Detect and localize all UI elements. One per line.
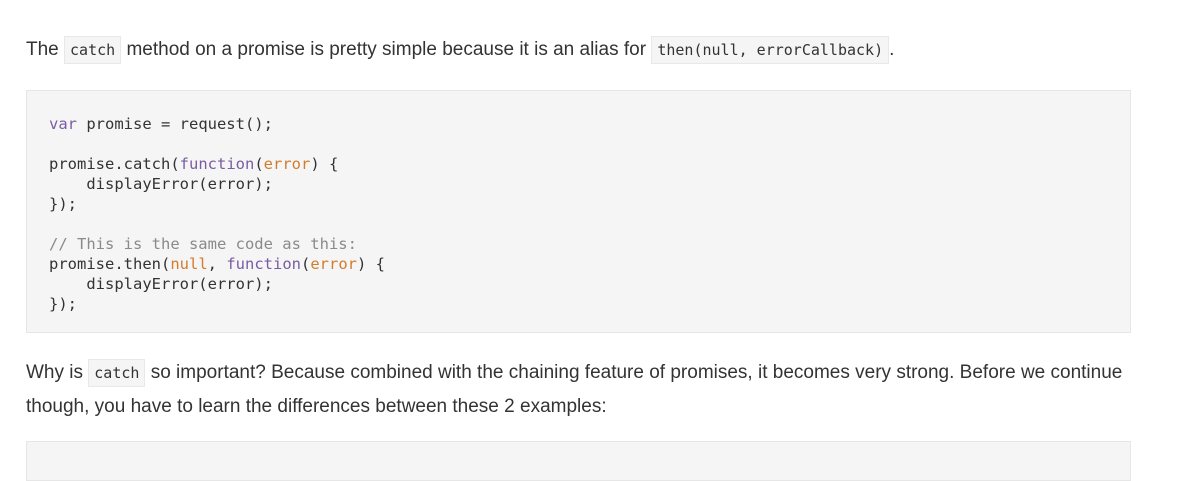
code-line-9: displayError(error); bbox=[49, 275, 273, 293]
code-argument: error bbox=[310, 255, 357, 273]
code-text: ( bbox=[300, 255, 311, 273]
code-content: var promise = request(); promise.catch(fu… bbox=[49, 114, 385, 314]
para1-text-a: The bbox=[26, 39, 65, 60]
code-text: promise.catch( bbox=[49, 155, 180, 173]
code-keyword: function bbox=[226, 255, 301, 273]
code-line-3: promise.catch(function(error) { bbox=[49, 154, 385, 174]
code-text: promise.then( bbox=[49, 255, 171, 273]
inline-code-catch-2: catch bbox=[88, 359, 146, 387]
para1-text-c: . bbox=[889, 39, 895, 60]
code-line-1: var promise = request(); bbox=[49, 114, 385, 134]
para2-text-a: Why is bbox=[26, 362, 89, 383]
code-null: null bbox=[170, 255, 208, 273]
code-argument: error bbox=[263, 155, 311, 173]
code-line-4: displayError(error); bbox=[49, 175, 273, 193]
code-block-catch-example: var promise = request(); promise.catch(fu… bbox=[26, 90, 1131, 333]
code-line-5: }); bbox=[49, 195, 77, 213]
code-text: ) { bbox=[310, 155, 339, 173]
inline-code-catch: catch bbox=[64, 36, 122, 64]
why-catch-paragraph: Why is catch so important? Because combi… bbox=[26, 356, 1136, 424]
code-keyword: function bbox=[179, 155, 255, 173]
para1-text-b: method on a promise is pretty simple bec… bbox=[121, 39, 652, 60]
inline-code-then: then(null, errorCallback) bbox=[651, 36, 890, 64]
code-line-10: }); bbox=[49, 295, 77, 313]
para2-text-b: so important? Because combined with the … bbox=[26, 362, 1123, 417]
intro-paragraph: The catch method on a promise is pretty … bbox=[26, 33, 1136, 67]
code-text: , bbox=[207, 255, 227, 273]
code-line-8: promise.then(null, function(error) { bbox=[49, 254, 385, 274]
code-block-next bbox=[26, 441, 1131, 481]
code-text: ) { bbox=[357, 255, 385, 273]
code-text: promise = request(); bbox=[77, 115, 273, 133]
code-comment: // This is the same code as this: bbox=[49, 235, 357, 253]
code-text: ( bbox=[254, 155, 264, 173]
code-keyword: var bbox=[49, 115, 77, 133]
